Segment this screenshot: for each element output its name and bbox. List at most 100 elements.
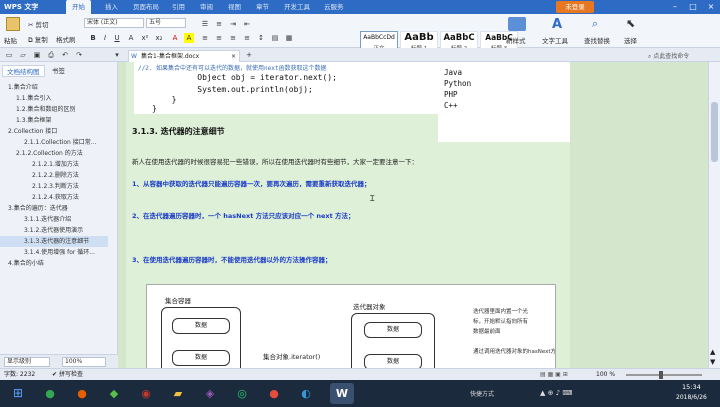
outline-item[interactable]: 2.1.2.3.判断方法 [0,181,108,192]
tab-insert[interactable]: 插入 [99,0,124,14]
ime-indicator[interactable]: 快捷方式 [470,389,494,398]
outline-item[interactable]: 1.2.集合和数组的区别 [0,104,108,115]
outline-item[interactable]: 1.1.集合引入 [0,93,108,104]
tab-review[interactable]: 审阅 [194,0,219,14]
app-icon[interactable]: ◆ [102,383,126,404]
wps-writer-icon[interactable]: W [330,383,354,404]
prev-page-icon[interactable]: ▲ [710,348,715,356]
app-icon[interactable]: ● [262,383,286,404]
text-tools-icon[interactable]: A [552,17,562,32]
new-style-icon[interactable] [508,17,526,31]
strikethrough-icon[interactable]: A [126,33,136,43]
italic-icon[interactable]: I [100,33,110,43]
highlight-icon[interactable]: A [184,33,194,43]
tab-view[interactable]: 视图 [222,0,247,14]
maximize-icon[interactable]: □ [684,0,702,14]
close-icon[interactable]: × [702,0,720,14]
spell-check[interactable]: ✔ 拼写检查 [52,369,83,380]
folder-icon[interactable]: ▰ [166,383,190,404]
zoom-slider-thumb[interactable] [659,371,663,379]
outline-item[interactable]: 2.1.2.4.获取方法 [0,192,108,203]
outline-item[interactable]: 1.3.集合框架 [0,115,108,126]
clock-time[interactable]: 15:34 [682,383,701,391]
outline-item[interactable]: 3.1.1.迭代器介绍 [0,214,108,225]
outline-item[interactable]: 2.1.1.Collection 接口常... [0,137,108,148]
outline-item[interactable]: 3.集合的遍历：迭代器 [0,203,108,214]
outline-level-select[interactable]: 显示级别 [4,357,50,367]
view-mode-icons[interactable]: ▤ ▦ ▣ ⊞ [540,369,568,380]
clock-date[interactable]: 2018/6/26 [676,394,707,401]
tab-cloud[interactable]: 云服务 [318,0,350,14]
border-icon[interactable]: ▦ [284,33,294,43]
undo-icon[interactable]: ↶ [60,50,70,60]
align-right-icon[interactable]: ≡ [228,33,238,43]
document-page[interactable]: //2. 如果集合中还有可以迭代的数据，就使用next函数获取这个数据 Obje… [126,62,570,377]
font-name-select[interactable]: 宋体 (正文) [84,18,144,28]
bold-icon[interactable]: B [88,33,98,43]
new-tab-icon[interactable]: + [244,50,254,60]
find-replace-button[interactable]: 查找替换 [584,35,610,45]
outline-item[interactable]: 4.集合的小结 [0,258,108,269]
outline-item-selected[interactable]: 3.1.3.迭代器的注意细节 [0,236,108,247]
word-count[interactable]: 字数: 2232 [4,369,35,380]
outline-item[interactable]: 1.集合介绍 [0,82,108,93]
outline-item[interactable]: 2.1.2.1.增加方法 [0,159,108,170]
pane-zoom-select[interactable]: 100% [62,357,106,367]
numbered-list-icon[interactable]: ≡ [214,19,224,29]
line-spacing-icon[interactable]: ↕ [256,33,266,43]
tab-references[interactable]: 引用 [166,0,191,14]
tab-page-layout[interactable]: 页面布局 [127,0,165,14]
zoom-slider[interactable] [626,374,702,376]
print-icon[interactable]: ⎙ [46,50,56,60]
command-search[interactable]: ⌕ 点此查找命令 [648,51,689,61]
paste-label[interactable]: 粘贴 [4,35,17,45]
indent-icon[interactable]: ⇥ [228,19,238,29]
outline-item[interactable]: 2.1.2.2.删除方法 [0,170,108,181]
select-button[interactable]: 选择 [624,35,637,45]
app-icon[interactable]: ◎ [230,383,254,404]
new-style-button[interactable]: 新样式 [506,35,526,45]
superscript-icon[interactable]: x² [140,33,150,43]
app-icon[interactable]: ◈ [198,383,222,404]
save-icon[interactable]: ▣ [32,50,42,60]
login-button[interactable]: 未登录 [556,1,594,13]
app-icon[interactable]: ◉ [134,383,158,404]
firefox-icon[interactable]: ● [70,383,94,404]
align-left-icon[interactable]: ≡ [200,33,210,43]
start-icon[interactable]: ⊞ [6,383,30,404]
bullet-list-icon[interactable]: ☰ [200,19,210,29]
paste-icon[interactable] [6,17,20,31]
tab-bookmarks[interactable]: 书签 [48,65,69,77]
tab-active-document[interactable]: W 集合1-集合框架.docx × [128,50,240,62]
align-center-icon[interactable]: ≡ [214,33,224,43]
tab-developer[interactable]: 开发工具 [278,0,316,14]
shading-icon[interactable]: ▤ [270,33,280,43]
tab-document-map[interactable]: 文档结构图 [2,65,45,77]
copy-button[interactable]: ⧉ 复制 [28,34,48,45]
outdent-icon[interactable]: ⇤ [242,19,252,29]
find-replace-icon[interactable]: ⌕ [592,17,598,31]
select-icon[interactable]: ⬉ [626,17,635,30]
chrome-icon[interactable]: ● [38,383,62,404]
justify-icon[interactable]: ≡ [242,33,252,43]
outline-item[interactable]: 3.1.2.迭代器使用演示 [0,225,108,236]
outline-item[interactable]: 2.Collection 接口 [0,126,108,137]
format-painter-button[interactable]: 格式刷 [56,34,76,44]
tray-icons[interactable]: ▲ ⊕ ♪ ⌨ [540,389,573,397]
vertical-scrollbar[interactable]: ▲ ▼ [708,62,720,368]
open-icon[interactable]: ▱ [18,50,28,60]
document-canvas[interactable]: //2. 如果集合中还有可以迭代的数据，就使用next函数获取这个数据 Obje… [118,62,708,377]
doc-list-icon[interactable]: ▾ [112,50,122,60]
text-tools-button[interactable]: 文字工具 [542,35,568,45]
outline-item[interactable]: 2.1.2.Collection 的方法 [0,148,108,159]
outline-item[interactable]: 3.1.4.使用增强 for 循环... [0,247,108,258]
app-icon[interactable]: ◐ [294,383,318,404]
new-doc-icon[interactable]: ▭ [4,50,14,60]
tab-home[interactable]: 开始 [66,0,91,14]
subscript-icon[interactable]: x₂ [154,33,164,43]
tab-chapter[interactable]: 章节 [250,0,275,14]
underline-icon[interactable]: U [112,33,122,43]
next-page-icon[interactable]: ▼ [710,358,715,366]
minimize-icon[interactable]: – [666,0,684,14]
zoom-level[interactable]: 100 % [596,369,615,380]
